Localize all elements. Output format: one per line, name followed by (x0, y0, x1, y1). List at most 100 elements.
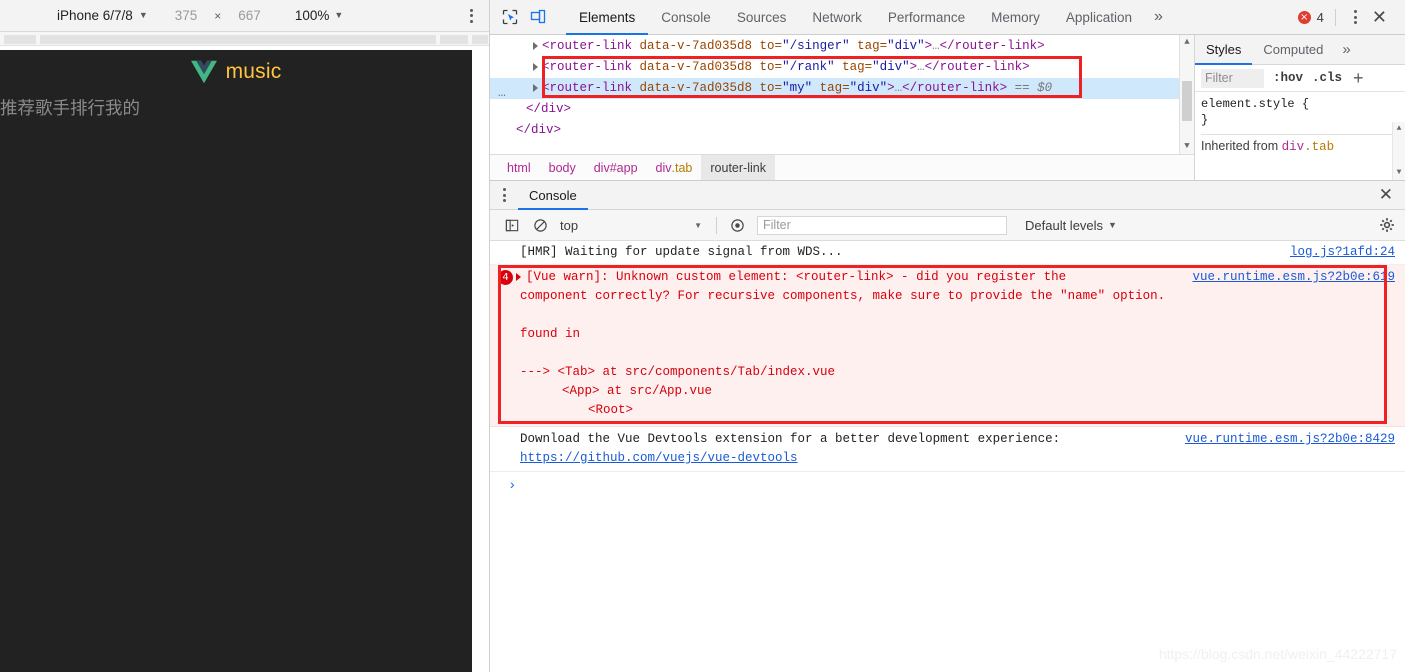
device-options-menu-button[interactable] (470, 8, 473, 23)
console-context-label: top (560, 217, 579, 233)
dom-gt: > (909, 60, 918, 74)
console-filter-input[interactable]: Filter (757, 215, 1007, 235)
expand-triangle-icon[interactable] (533, 42, 538, 50)
divider (1334, 8, 1336, 26)
kebab-dot (502, 193, 506, 197)
tab-sources[interactable]: Sources (724, 1, 800, 35)
scroll-up-arrow-icon[interactable]: ▲ (1180, 35, 1194, 50)
dom-node-rank[interactable]: <router-link data-v-7ad035d8 to="/rank" … (490, 57, 1194, 78)
tab-elements[interactable]: Elements (566, 1, 649, 35)
dom-tag-close: </router-link> (939, 39, 1045, 53)
dom-tag-close: </div> (526, 102, 572, 116)
expand-triangle-icon[interactable] (533, 63, 538, 71)
dom-node-my-selected[interactable]: … <router-link data-v-7ad035d8 to="my" t… (490, 78, 1194, 100)
device-toggle-glyph (530, 9, 546, 24)
element-style-close-brace: } (1201, 113, 1209, 127)
dom-close-div-outer[interactable]: </div> (490, 120, 1194, 141)
tab-application[interactable]: Application (1053, 1, 1145, 35)
dom-ellipsis: … (894, 81, 903, 95)
error-count-badge[interactable]: × 4 (1297, 10, 1324, 25)
tab-rank[interactable]: 排行 (70, 99, 105, 121)
scrollbar-thumb[interactable] (1182, 81, 1192, 121)
console-message-hmr[interactable]: [HMR] Waiting for update signal from WDS… (490, 241, 1405, 265)
devtools-hint-source-link[interactable]: vue.runtime.esm.js?2b0e:8429 (1185, 430, 1395, 449)
more-tabs-icon[interactable]: » (1145, 0, 1172, 34)
devtools-menu-button[interactable] (1347, 10, 1364, 24)
dom-ellipsis: … (932, 39, 940, 53)
scroll-down-arrow-icon[interactable]: ▼ (1393, 166, 1405, 180)
breadcrumb-item-div-app[interactable]: div#app (585, 155, 647, 181)
kebab-dot (1353, 15, 1357, 19)
dimension-separator: × (214, 8, 222, 23)
tab-singer[interactable]: 歌手 (35, 99, 70, 121)
device-height-input[interactable]: 667 (238, 8, 261, 23)
console-levels-selector[interactable]: Default levels ▼ (1025, 218, 1117, 233)
tab-computed[interactable]: Computed (1252, 36, 1334, 65)
breadcrumb-item-div-tab[interactable]: div .tab (647, 155, 702, 181)
clear-console-icon[interactable] (498, 210, 526, 240)
dom-tree-pane: <router-link data-v-7ad035d8 to="/singer… (490, 35, 1195, 180)
no-entry-icon[interactable] (526, 210, 554, 240)
tab-my[interactable]: 我的 (105, 99, 140, 121)
scroll-up-arrow-icon[interactable]: ▲ (1393, 122, 1405, 136)
watermark: https://blog.csdn.net/weixin_44222717 (1158, 646, 1397, 662)
device-emulation-toolbar: iPhone 6/7/8 ▼ 375 × 667 100% ▼ (0, 0, 489, 32)
tab-network[interactable]: Network (799, 1, 875, 35)
drawer-menu-button[interactable] (490, 181, 518, 209)
tab-recommend[interactable]: 推荐 (0, 99, 35, 121)
kebab-dot (470, 14, 473, 17)
device-toolbar-toggle-icon[interactable] (524, 0, 552, 34)
console-messages[interactable]: [HMR] Waiting for update signal from WDS… (490, 241, 1405, 672)
scroll-down-arrow-icon[interactable]: ▼ (1180, 139, 1194, 154)
console-prompt[interactable]: › (490, 471, 1405, 496)
inspect-element-icon[interactable] (496, 0, 524, 34)
expand-triangle-icon[interactable] (516, 273, 521, 281)
ruler-segment (440, 35, 468, 44)
tab-memory[interactable]: Memory (978, 1, 1053, 35)
app-header: music (0, 50, 472, 94)
breadcrumb-class: .tab (671, 160, 693, 175)
dom-close-div-inner[interactable]: </div> (490, 99, 1194, 120)
devtools-hint-link-row: https://github.com/vuejs/vue-devtools (520, 449, 1405, 468)
vue-devtools-url-link[interactable]: https://github.com/vuejs/vue-devtools (520, 451, 798, 465)
breadcrumb-item-html[interactable]: html (498, 155, 540, 181)
class-toggle-button[interactable]: .cls (1312, 71, 1342, 85)
device-width-input[interactable]: 375 (175, 8, 198, 23)
new-style-rule-button[interactable]: + (1353, 69, 1364, 87)
dom-tree[interactable]: <router-link data-v-7ad035d8 to="/singer… (490, 35, 1194, 154)
tab-console[interactable]: Console (648, 1, 724, 35)
drawer-tabbar: Console ✕ (490, 181, 1405, 210)
device-selector[interactable]: iPhone 6/7/8 ▼ (57, 8, 148, 23)
vue-warn-source-link[interactable]: vue.runtime.esm.js?2b0e:619 (1192, 268, 1395, 287)
dom-tag-open: <router-link (542, 39, 633, 53)
device-ruler[interactable] (0, 32, 489, 46)
app-title: music (225, 60, 282, 83)
console-error-vue-warn[interactable]: 4 [Vue warn]: Unknown custom element: <r… (490, 265, 1405, 427)
inherited-section-header: Inherited from div.tab (1201, 134, 1405, 155)
close-devtools-button[interactable]: ✕ (1364, 8, 1395, 26)
elements-panel: <router-link data-v-7ad035d8 to="/singer… (490, 35, 1405, 180)
tab-performance[interactable]: Performance (875, 1, 978, 35)
hmr-source-link[interactable]: log.js?1afd:24 (1290, 243, 1395, 262)
tab-styles[interactable]: Styles (1195, 36, 1253, 65)
dom-node-singer[interactable]: <router-link data-v-7ad035d8 to="/singer… (490, 36, 1194, 57)
styles-more-icon[interactable]: » (1334, 35, 1358, 64)
inherited-tag: div (1281, 140, 1305, 154)
console-settings-button[interactable] (1379, 217, 1395, 233)
breadcrumb-item-router-link[interactable]: router-link (701, 154, 775, 180)
close-drawer-button[interactable]: ✕ (1367, 181, 1405, 209)
console-message-devtools-hint[interactable]: Download the Vue Devtools extension for … (490, 427, 1405, 471)
expand-triangle-icon[interactable] (533, 84, 538, 92)
hover-state-button[interactable]: :hov (1273, 71, 1303, 85)
element-style-selector[interactable]: element.style { (1201, 96, 1405, 112)
console-context-selector[interactable]: top ▼ (560, 218, 710, 233)
styles-filter-input[interactable]: Filter (1201, 68, 1264, 88)
breadcrumb-item-body[interactable]: body (540, 155, 585, 181)
live-expression-icon[interactable] (723, 210, 751, 240)
dom-tree-scrollbar[interactable]: ▲ ▼ (1179, 35, 1194, 154)
dom-gt: > (924, 39, 933, 53)
styles-scrollbar[interactable]: ▲ ▼ (1392, 122, 1405, 180)
zoom-selector[interactable]: 100% ▼ (295, 8, 343, 23)
drawer-tab-console[interactable]: Console (518, 182, 588, 210)
devtools-tab-list: Elements Console Sources Network Perform… (566, 0, 1145, 35)
